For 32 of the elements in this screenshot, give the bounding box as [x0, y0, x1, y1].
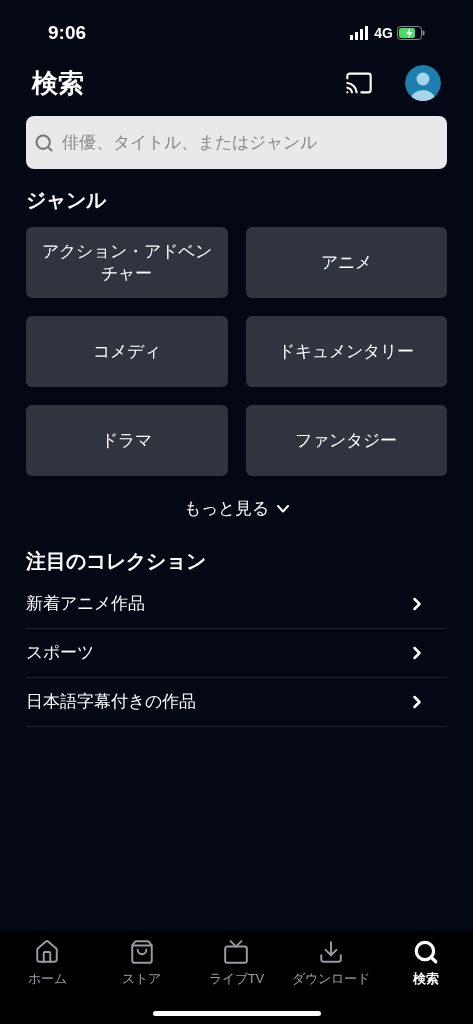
collection-item[interactable]: 日本語字幕付きの作品 [26, 677, 447, 727]
section-title: ジャンル [25, 188, 108, 213]
genre-tile[interactable]: アクション・アドベンチャー [26, 227, 228, 298]
more-button[interactable]: もっと見る [184, 496, 289, 522]
genre-tile[interactable]: アニメ [245, 227, 447, 298]
tab-bar-item[interactable]: ライブTV [191, 939, 282, 989]
genre-tile[interactable]: ドキュメンタリー [245, 316, 447, 387]
section-title: 注目のコレクション [25, 548, 207, 574]
status-time: 9:06 [48, 20, 87, 45]
search-field[interactable]: 俳優、タイトル、またはジャンル [26, 116, 447, 169]
genre-tile[interactable]: コメディ [26, 316, 228, 387]
home-icon [34, 939, 61, 965]
signal-icon [350, 26, 371, 40]
battery-icon [397, 26, 425, 40]
genre-tile[interactable]: ドラマ [26, 405, 228, 476]
search-icon [412, 939, 439, 965]
download-icon [318, 939, 345, 965]
collection-item[interactable]: 新着アニメ作品 [26, 579, 447, 629]
collection-item[interactable]: スポーツ [26, 628, 447, 678]
page-title: 検索 [32, 66, 84, 100]
chevron-down-icon [277, 504, 289, 513]
search-input[interactable]: 俳優、タイトル、またはジャンル [62, 129, 439, 156]
search-icon [34, 132, 54, 153]
network-label: 4G [374, 23, 393, 43]
tab-bar-item[interactable]: ストア [96, 939, 187, 989]
tab-bar-item[interactable]: ホーム [2, 939, 93, 989]
tab-bar-item[interactable]: 検索 [380, 939, 471, 989]
bag-icon [128, 939, 155, 965]
genre-tile[interactable]: ファンタジー [245, 405, 447, 476]
avatar-icon[interactable] [405, 65, 441, 101]
tv-icon [223, 939, 250, 965]
tab-bar-item[interactable]: ダウンロード [286, 939, 377, 989]
